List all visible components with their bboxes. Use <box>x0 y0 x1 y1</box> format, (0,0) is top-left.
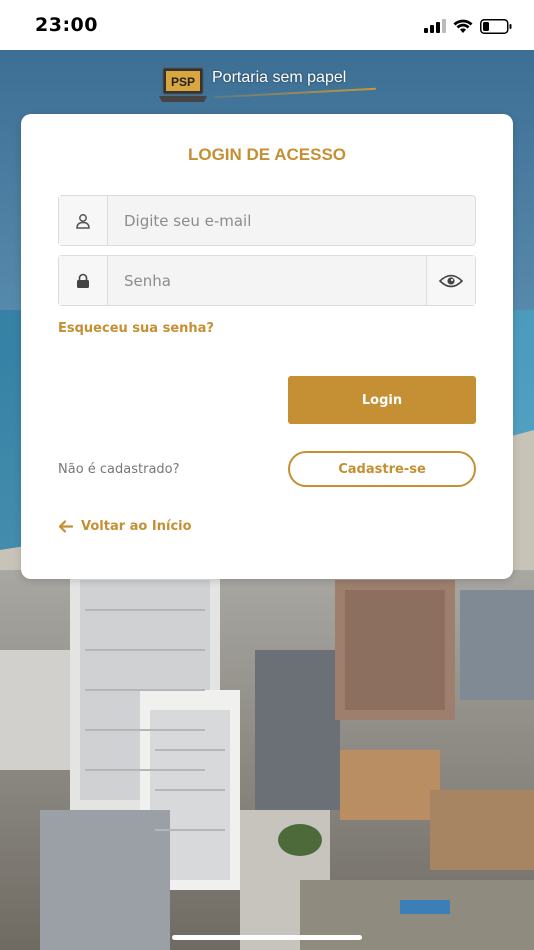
status-icons <box>424 16 512 36</box>
logo-underline <box>214 87 376 99</box>
app-logo: PSP Portaria sem papel <box>158 66 380 106</box>
arrow-left-icon <box>58 520 73 533</box>
password-field <box>58 255 476 306</box>
forgot-password-link[interactable]: Esqueceu sua senha? <box>58 321 214 336</box>
password-input[interactable] <box>108 256 426 305</box>
back-to-home-link[interactable]: Voltar ao Início <box>58 519 192 534</box>
battery-icon <box>480 18 512 34</box>
home-indicator[interactable] <box>172 935 362 940</box>
login-card: LOGIN DE ACESSO Esqueceu sua senha? <box>21 114 513 579</box>
status-bar: 23:00 <box>0 0 534 50</box>
laptop-logo-icon: PSP <box>159 67 207 102</box>
back-link-label: Voltar ao Início <box>81 519 192 534</box>
register-button[interactable]: Cadastre-se <box>288 451 476 487</box>
logo-text: Portaria sem papel <box>212 69 347 86</box>
user-icon <box>59 196 108 245</box>
cellular-signal-icon <box>424 19 446 33</box>
status-time: 23:00 <box>35 14 98 36</box>
email-input[interactable] <box>108 196 475 245</box>
eye-icon[interactable] <box>426 256 475 305</box>
login-title: LOGIN DE ACESSO <box>187 145 347 164</box>
not-registered-label: Não é cadastrado? <box>58 462 180 477</box>
login-button[interactable]: Login <box>288 376 476 424</box>
wifi-icon <box>453 19 473 33</box>
logo-badge-text: PSP <box>171 75 195 89</box>
lock-icon <box>59 256 108 305</box>
email-field <box>58 195 476 246</box>
